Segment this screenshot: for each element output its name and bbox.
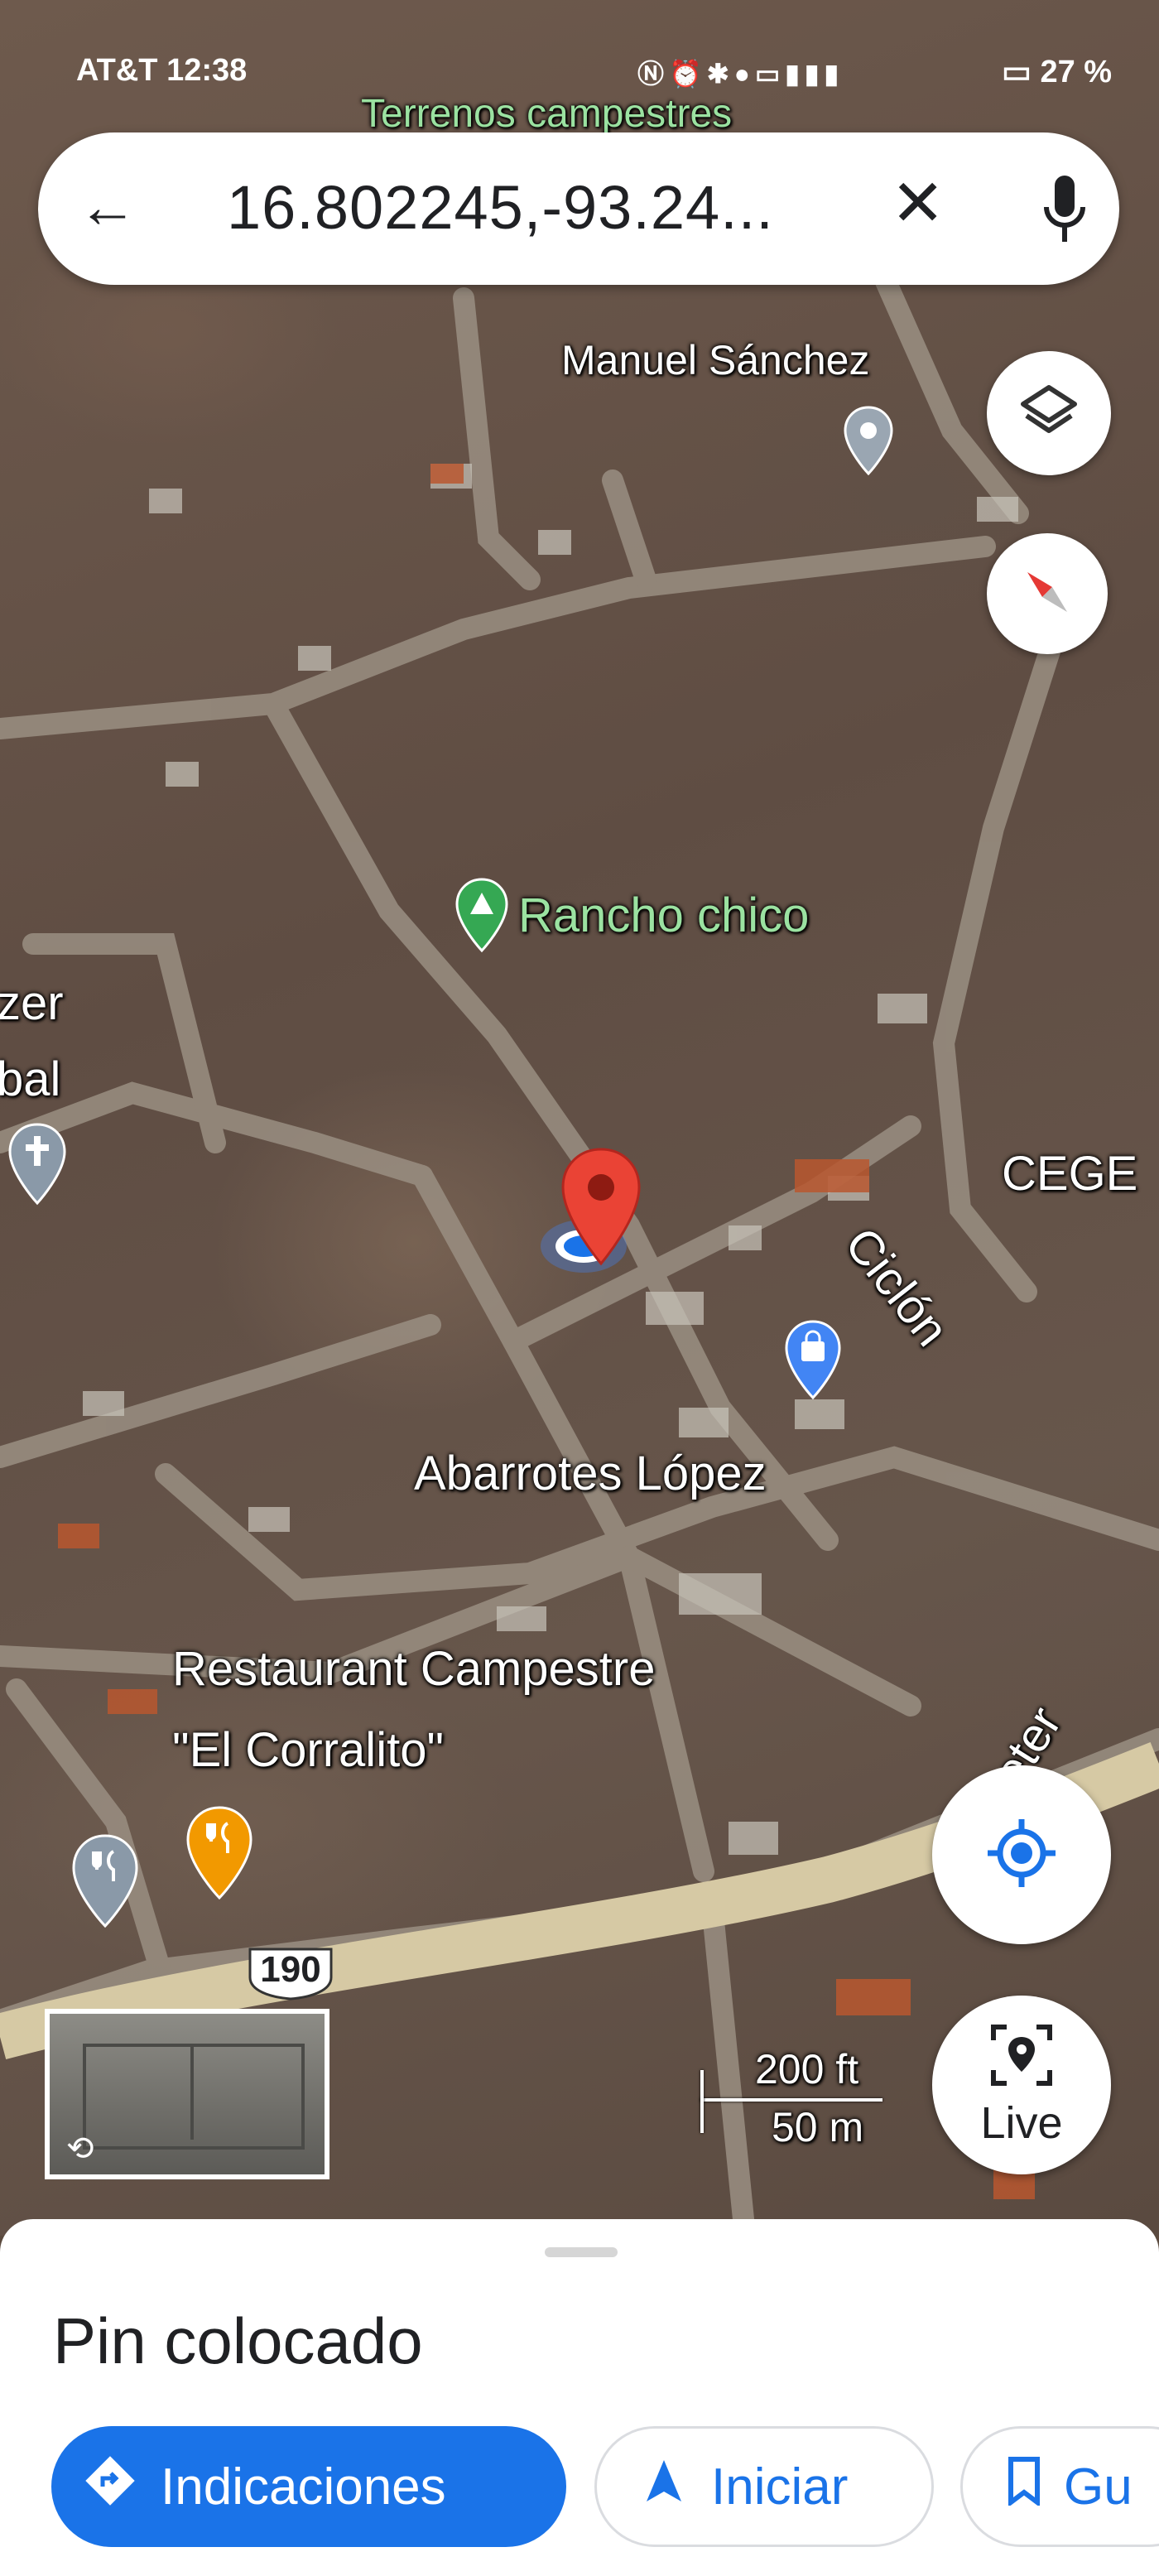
live-view-icon <box>988 2022 1055 2092</box>
map-label-rancho-chico[interactable]: Rancho chico <box>518 888 809 943</box>
my-location-button[interactable] <box>932 1765 1111 1944</box>
directions-label: Indicaciones <box>161 2458 446 2516</box>
battery-level: 27 % <box>1040 55 1113 89</box>
dropped-pin-icon[interactable] <box>558 1146 644 1273</box>
crosshair-icon <box>984 1816 1059 1895</box>
scale-meters: 50 m <box>772 2104 864 2150</box>
bluetooth-icon: ✱ <box>706 59 734 89</box>
campground-icon[interactable] <box>454 878 510 958</box>
map-label-partial-1: zer <box>0 976 64 1030</box>
start-label: Iniciar <box>711 2458 849 2516</box>
directions-button[interactable]: Indicaciones <box>51 2426 566 2547</box>
directions-icon <box>84 2455 136 2519</box>
scale-feet: 200 ft <box>755 2046 859 2092</box>
status-bar: AT&T 12:38 Ⓝ⏰✱●▭▮▮▮ ▭ 27 % <box>0 41 1159 99</box>
map-label-manuel-sanchez[interactable]: Manuel Sánchez <box>561 336 869 384</box>
close-icon[interactable]: ✕ <box>891 166 945 241</box>
place-bottom-sheet[interactable]: Pin colocado Indicaciones Iniciar Gu <box>0 2219 1159 2576</box>
layers-button[interactable] <box>987 351 1111 475</box>
location-icon: ● <box>733 59 755 89</box>
search-query[interactable]: 16.802245,-93.24... <box>227 172 774 243</box>
live-label: Live <box>980 2097 1063 2148</box>
bookmark-icon <box>1006 2456 1042 2518</box>
map-label-restaurant-line2[interactable]: "El Corralito" <box>172 1722 444 1778</box>
map-label-cegeo[interactable]: CEGE <box>1002 1146 1137 1201</box>
save-label: Gu <box>1064 2458 1133 2516</box>
map-view[interactable]: Terrenos campestres Manuel Sánchez Ranch… <box>0 0 1159 2236</box>
place-pin-icon[interactable] <box>843 406 894 479</box>
clock: 12:38 <box>166 53 248 88</box>
sheet-drag-handle[interactable] <box>545 2247 618 2257</box>
live-view-button[interactable]: Live <box>932 1996 1111 2174</box>
church-icon[interactable] <box>7 1123 68 1210</box>
map-label-restaurant-line1[interactable]: Restaurant Campestre <box>172 1641 655 1697</box>
carrier-name: AT&T <box>76 53 158 88</box>
nfc-icon: Ⓝ <box>637 59 670 89</box>
save-button[interactable]: Gu <box>960 2426 1159 2547</box>
alarm-icon: ⏰ <box>669 59 707 89</box>
map-label-partial-2: bal <box>0 1052 61 1106</box>
microphone-icon[interactable] <box>1040 171 1089 253</box>
battery-indicator: ▭ 27 % <box>1002 53 1112 90</box>
map-scale-bar: 200 ft 50 m <box>700 2045 891 2153</box>
restaurant-orange-icon[interactable] <box>184 1805 255 1905</box>
start-button[interactable]: Iniciar <box>594 2426 934 2547</box>
volte-icon: ▭ <box>755 59 786 89</box>
place-title: Pin colocado <box>53 2304 423 2377</box>
search-bar[interactable]: ← 16.802245,-93.24... ✕ <box>38 132 1119 285</box>
highway-number: 190 <box>260 1949 321 1990</box>
street-view-thumbnail[interactable]: ⟲ <box>45 2009 329 2179</box>
status-carrier-time: AT&T 12:38 <box>76 53 247 89</box>
rotate-360-icon: ⟲ <box>66 2131 94 2167</box>
map-label-abarrotes-lopez[interactable]: Abarrotes López <box>414 1446 767 1501</box>
highway-shield-icon: 190 <box>245 1944 336 2002</box>
navigation-arrow-icon <box>643 2457 685 2517</box>
layers-icon <box>1018 381 1080 446</box>
status-icons: Ⓝ⏰✱●▭▮▮▮ <box>637 53 844 91</box>
back-arrow-icon[interactable]: ← <box>78 174 152 248</box>
signal-icon: ▮▮▮ <box>785 59 844 89</box>
shopping-bag-icon[interactable] <box>783 1320 843 1405</box>
battery-icon: ▭ <box>1002 55 1032 89</box>
compass-button[interactable] <box>987 533 1108 654</box>
restaurant-gray-icon[interactable] <box>70 1833 141 1933</box>
compass-icon <box>1014 559 1080 629</box>
